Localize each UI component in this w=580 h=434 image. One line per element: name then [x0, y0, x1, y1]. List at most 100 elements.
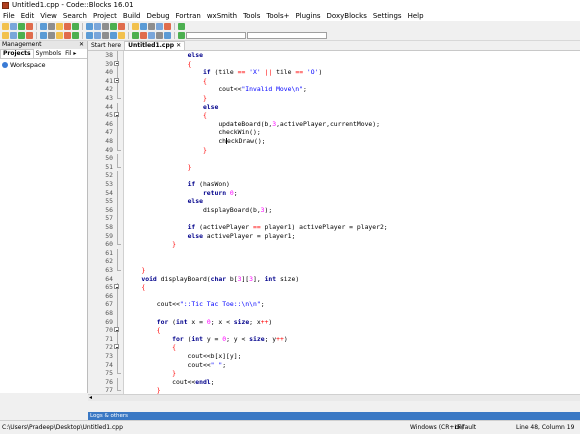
toolbar-button-icon[interactable] — [164, 22, 171, 30]
menu-fortran[interactable]: Fortran — [173, 11, 204, 21]
toolbar-button-icon[interactable] — [18, 22, 25, 30]
code-text: cout<<endl; — [126, 378, 214, 387]
workspace-tree-item[interactable]: Workspace — [0, 59, 87, 71]
toolbar-button-icon[interactable] — [156, 22, 163, 30]
horizontal-scrollbar[interactable]: ◂ — [88, 394, 580, 401]
toolbar-button-icon[interactable] — [140, 31, 147, 39]
tab-start-here[interactable]: Start here — [88, 42, 124, 50]
toolbar-button-icon[interactable] — [56, 22, 63, 30]
code-line: 55 else — [88, 197, 580, 206]
line-number: 41 — [105, 76, 113, 85]
toolbar-button-icon[interactable] — [10, 31, 17, 39]
code-token: displayBoard(b, — [126, 205, 261, 214]
toolbar-button-icon[interactable] — [10, 22, 17, 30]
code-editor[interactable]: 38 else 39 {40 if (tile == 'X' || tile ==… — [88, 51, 580, 394]
toolbar-button-icon[interactable] — [110, 22, 117, 30]
toolbar-button-icon[interactable] — [178, 22, 185, 30]
management-header: Management ✕ — [0, 41, 87, 49]
menu-project[interactable]: Project — [90, 11, 120, 21]
menu-settings[interactable]: Settings — [370, 11, 405, 21]
menu-search[interactable]: Search — [60, 11, 90, 21]
line-number: 51 — [105, 162, 113, 171]
menu-help[interactable]: Help — [405, 11, 427, 21]
tab-projects[interactable]: Projects — [0, 49, 34, 58]
toolbar-button-icon[interactable] — [48, 31, 55, 39]
toolbar-button-icon[interactable] — [164, 31, 171, 39]
toolbar-button-icon[interactable] — [2, 22, 9, 30]
menu-build[interactable]: Build — [120, 11, 144, 21]
code-token: ; — [222, 360, 227, 369]
tab-untitled1-cpp[interactable]: Untitled1.cpp ✕ — [124, 41, 186, 50]
menu-view[interactable]: View — [37, 11, 60, 21]
fold-toggle-icon[interactable] — [114, 76, 122, 86]
toolbar-button-icon[interactable] — [26, 22, 33, 30]
toolbar-button-icon[interactable] — [48, 22, 55, 30]
toolbar-button-icon[interactable] — [156, 31, 163, 39]
toolbar-button-icon[interactable] — [72, 22, 79, 30]
toolbar-button-icon[interactable] — [86, 22, 93, 30]
code-token: 'X' — [249, 68, 261, 77]
line-number: 59 — [105, 231, 113, 240]
code-line: 71 for (int y = 0; y < size; y++) — [88, 334, 580, 344]
menu-tools-[interactable]: Tools+ — [263, 11, 292, 21]
fold-guide — [114, 257, 122, 266]
fold-toggle-icon[interactable] — [114, 343, 122, 352]
toolbar-button-icon[interactable] — [102, 31, 109, 39]
toolbar-separator — [36, 22, 37, 30]
toolbar-button-icon[interactable] — [26, 31, 33, 39]
menu-edit[interactable]: Edit — [18, 11, 38, 21]
toolbar-combo[interactable] — [186, 31, 246, 39]
fold-guide — [114, 240, 122, 249]
toolbar-button-icon[interactable] — [18, 31, 25, 39]
toolbar-button-icon[interactable] — [178, 31, 185, 39]
tab-files[interactable]: Fil ▸ — [63, 50, 78, 58]
toolbar-button-icon[interactable] — [40, 31, 47, 39]
toolbar-button-icon[interactable] — [132, 22, 139, 30]
fold-toggle-icon[interactable] — [114, 59, 122, 69]
toolbar-button-icon[interactable] — [148, 31, 155, 39]
code-text: } — [126, 146, 207, 155]
code-token: "Invalid Move\n" — [241, 85, 303, 94]
menu-tools[interactable]: Tools — [240, 11, 263, 21]
code-token: ( — [168, 317, 177, 326]
fold-toggle-icon[interactable] — [114, 111, 122, 120]
toolbar-button-icon[interactable] — [110, 31, 117, 39]
toolbar-button-icon[interactable] — [132, 31, 139, 39]
editor-tab-bar: Start here Untitled1.cpp ✕ — [88, 41, 580, 51]
toolbar-button-icon[interactable] — [94, 22, 101, 30]
toolbar-button-icon[interactable] — [2, 31, 9, 39]
toolbar-button-icon[interactable] — [140, 22, 147, 30]
toolbar-button-icon[interactable] — [118, 22, 125, 30]
toolbar-button-icon[interactable] — [72, 31, 79, 39]
toolbar-button-icon[interactable] — [56, 31, 63, 39]
menu-plugins[interactable]: Plugins — [292, 11, 323, 21]
toolbar-combo[interactable] — [247, 31, 327, 39]
menu-wxsmith[interactable]: wxSmith — [204, 11, 240, 21]
toolbar-button-icon[interactable] — [118, 31, 125, 39]
fold-toggle-icon[interactable] — [114, 283, 122, 292]
toolbar-button-icon[interactable] — [102, 22, 109, 30]
menu-doxyblocks[interactable]: DoxyBlocks — [324, 11, 370, 21]
fold-toggle-icon[interactable] — [114, 326, 122, 335]
toolbar-button-icon[interactable] — [40, 22, 47, 30]
toolbar-button-icon[interactable] — [94, 31, 101, 39]
toolbar-button-icon[interactable] — [64, 22, 71, 30]
toolbar-button-icon[interactable] — [64, 31, 71, 39]
code-text: for (int x = 0; x < size; x++) — [126, 317, 273, 327]
tab-symbols[interactable]: Symbols — [34, 50, 63, 58]
toolbar-button-icon[interactable] — [86, 31, 93, 39]
code-token: { — [141, 283, 146, 292]
code-line: 57 — [88, 214, 580, 223]
toolbar-button-icon[interactable] — [148, 22, 155, 30]
scroll-left-icon[interactable]: ◂ — [89, 395, 92, 401]
code-line: 43 } — [88, 94, 580, 103]
line-number: 58 — [105, 223, 113, 231]
menu-file[interactable]: File — [0, 11, 18, 21]
menu-debug[interactable]: Debug — [144, 11, 173, 21]
logs-panel-bar[interactable]: Logs & others — [88, 412, 580, 420]
code-token: char — [210, 274, 227, 283]
tab-close-icon[interactable]: ✕ — [176, 42, 181, 49]
management-close-icon[interactable]: ✕ — [79, 41, 84, 49]
